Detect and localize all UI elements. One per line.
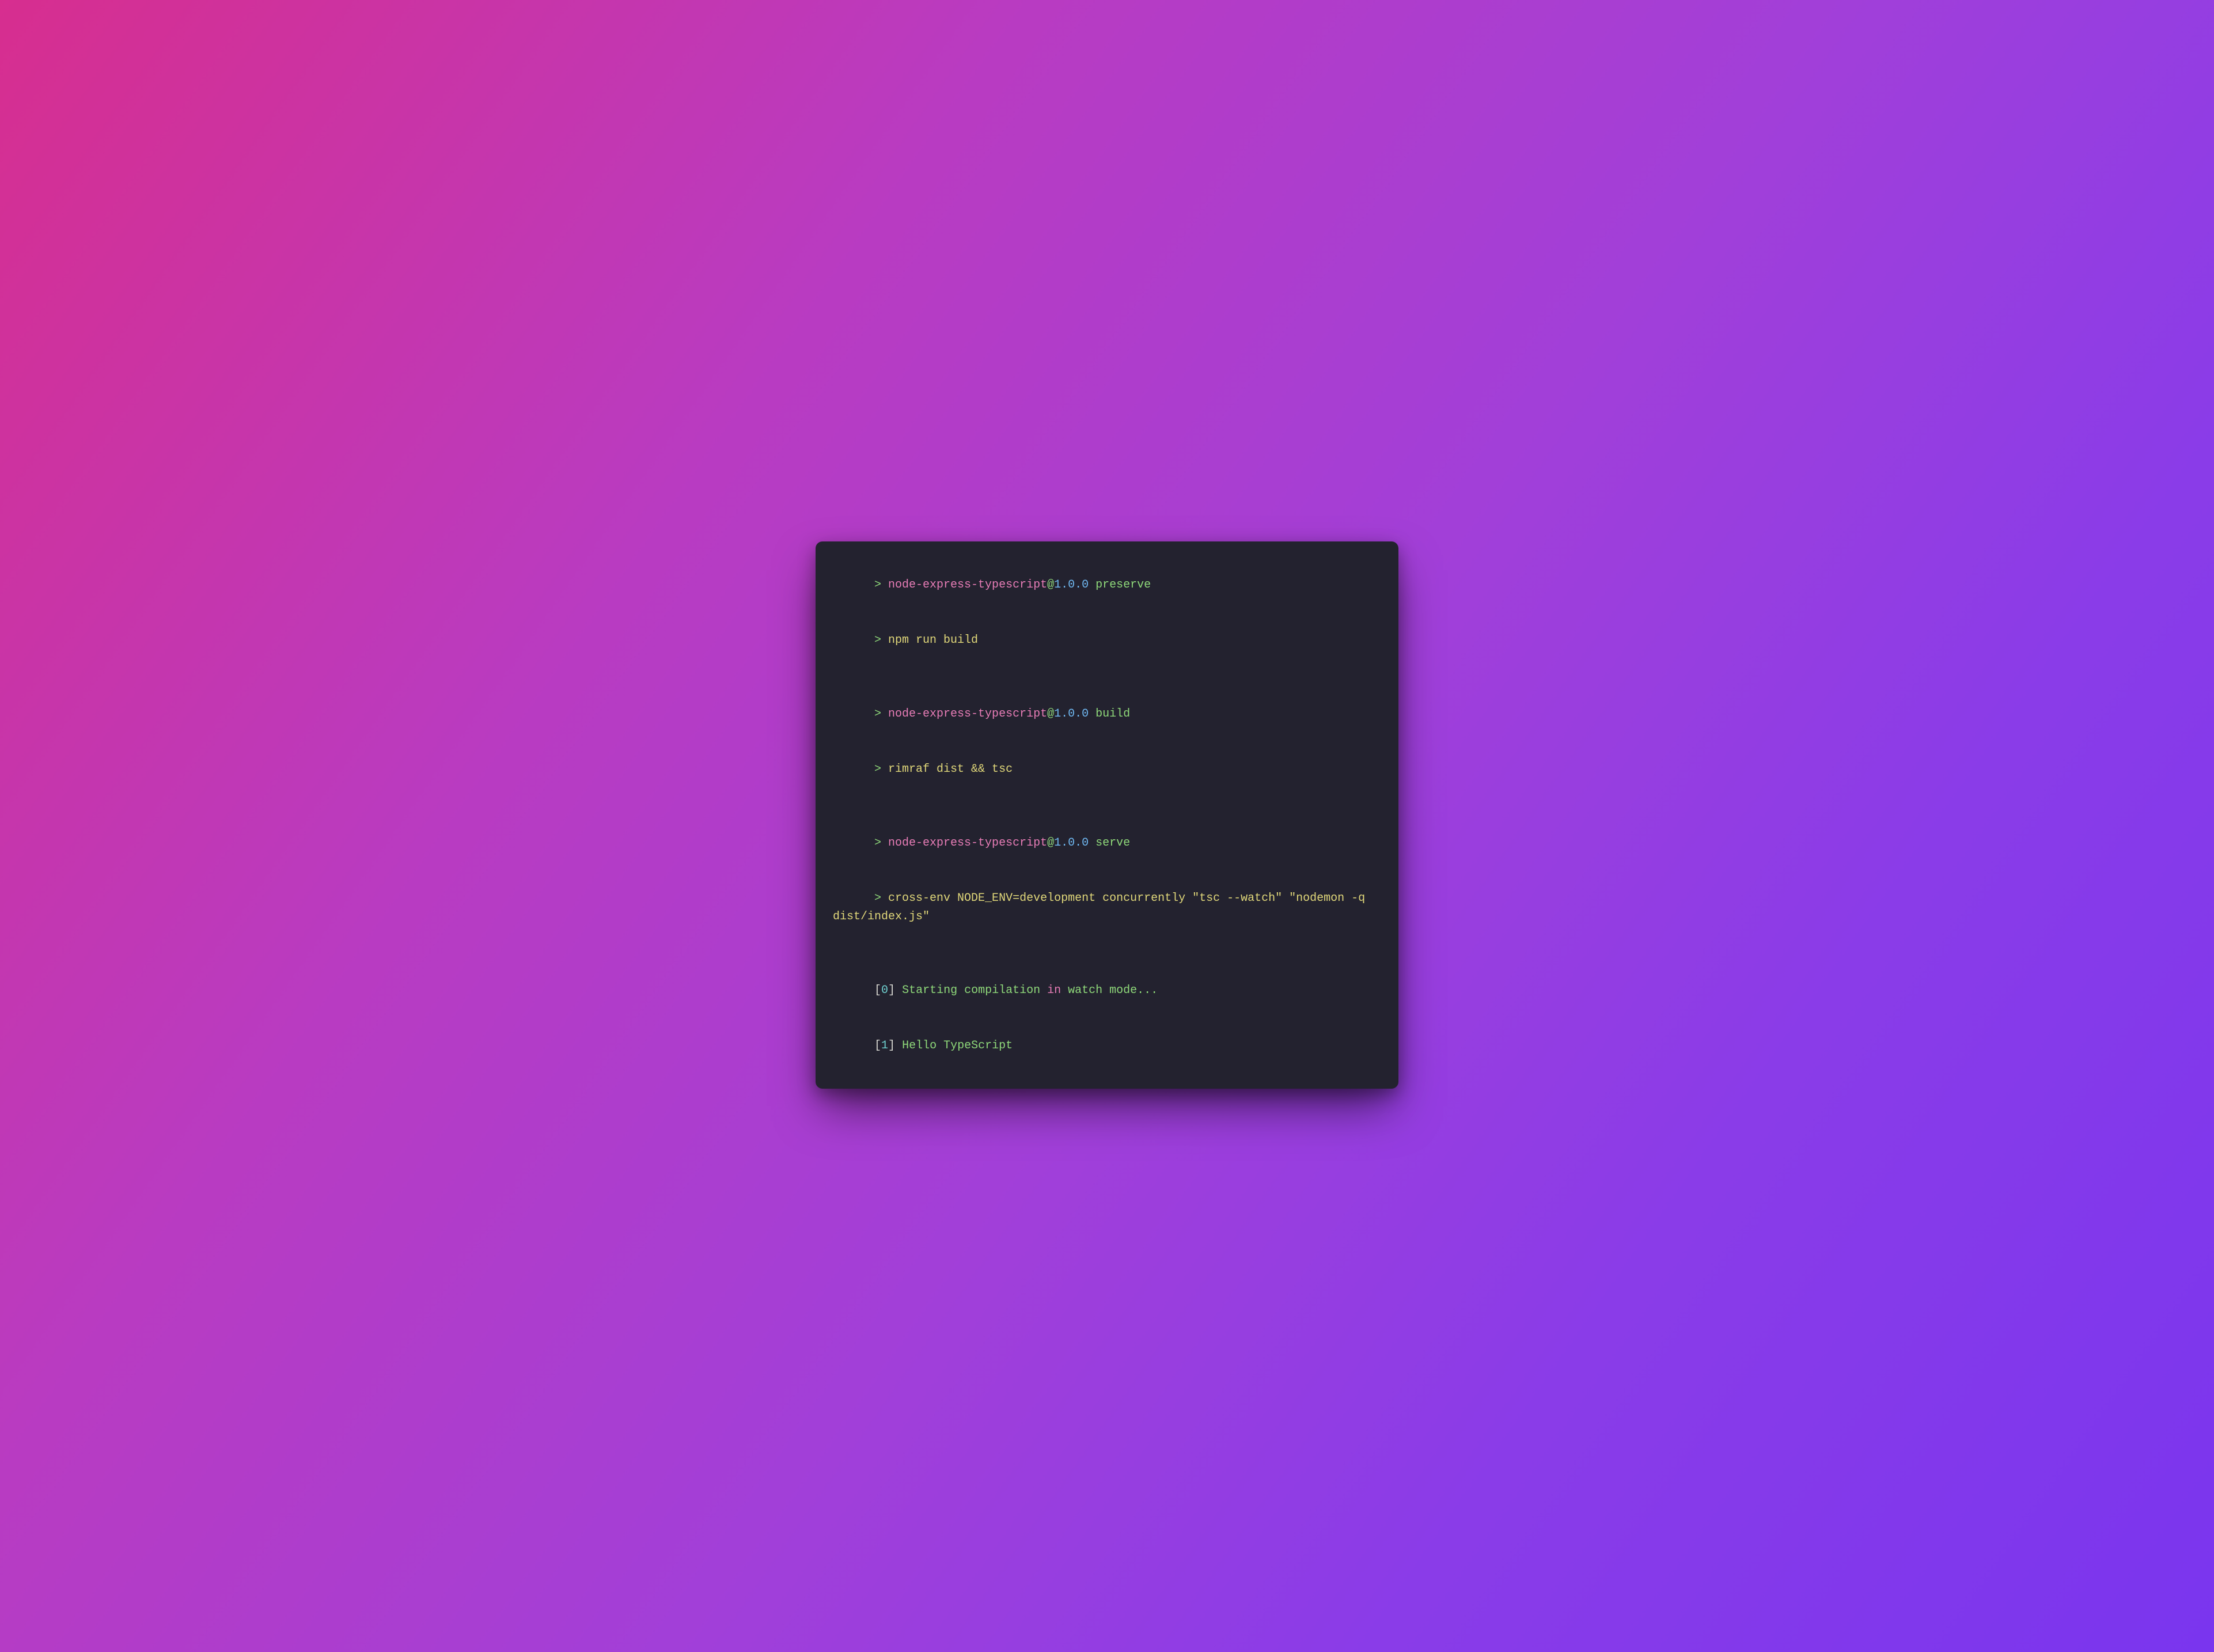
script-name: serve — [1089, 836, 1130, 850]
terminal-line: [1] Hello TypeScript — [833, 1018, 1381, 1074]
output-text: Starting compilation — [902, 984, 1047, 997]
command-text: npm run build — [888, 634, 978, 647]
terminal-line: [0] Starting compilation in watch mode..… — [833, 963, 1381, 1018]
at-sign: @ — [1047, 707, 1054, 721]
terminal-line: > node-express-typescript@1.0.0 build — [833, 687, 1381, 742]
package-name: node-express-typescript — [888, 578, 1047, 592]
bracket: ] — [888, 1039, 902, 1052]
terminal-line: > node-express-typescript@1.0.0 serve — [833, 816, 1381, 871]
prompt: > — [874, 836, 888, 850]
process-index: 0 — [881, 984, 888, 997]
at-sign: @ — [1047, 578, 1054, 592]
terminal-window: > node-express-typescript@1.0.0 preserve… — [816, 541, 1398, 1089]
prompt: > — [874, 892, 888, 905]
at-sign: @ — [1047, 836, 1054, 850]
terminal-blank-line — [833, 668, 1381, 687]
terminal-line: > rimraf dist && tsc — [833, 742, 1381, 797]
prompt: > — [874, 578, 888, 592]
bracket: [ — [874, 1039, 881, 1052]
command-text: rimraf dist && tsc — [888, 763, 1013, 776]
bracket: ] — [888, 984, 902, 997]
output-text: watch mode... — [1061, 984, 1158, 997]
bracket: [ — [874, 984, 881, 997]
terminal-line: > cross-env NODE_ENV=development concurr… — [833, 871, 1381, 945]
terminal-line: > node-express-typescript@1.0.0 preserve — [833, 558, 1381, 613]
script-name: build — [1089, 707, 1130, 721]
process-index: 1 — [881, 1039, 888, 1052]
script-name: preserve — [1089, 578, 1151, 592]
command-text: cross-env NODE_ENV=development concurren… — [833, 892, 1372, 923]
output-text: Hello TypeScript — [902, 1039, 1013, 1052]
terminal-blank-line — [833, 945, 1381, 963]
terminal-line: > npm run build — [833, 613, 1381, 668]
package-version: 1.0.0 — [1054, 707, 1089, 721]
keyword: in — [1047, 984, 1061, 997]
gradient-stage: > node-express-typescript@1.0.0 preserve… — [738, 551, 1476, 1101]
prompt: > — [874, 763, 888, 776]
package-version: 1.0.0 — [1054, 578, 1089, 592]
package-name: node-express-typescript — [888, 836, 1047, 850]
prompt: > — [874, 634, 888, 647]
prompt: > — [874, 707, 888, 721]
terminal-blank-line — [833, 797, 1381, 816]
package-name: node-express-typescript — [888, 707, 1047, 721]
package-version: 1.0.0 — [1054, 836, 1089, 850]
